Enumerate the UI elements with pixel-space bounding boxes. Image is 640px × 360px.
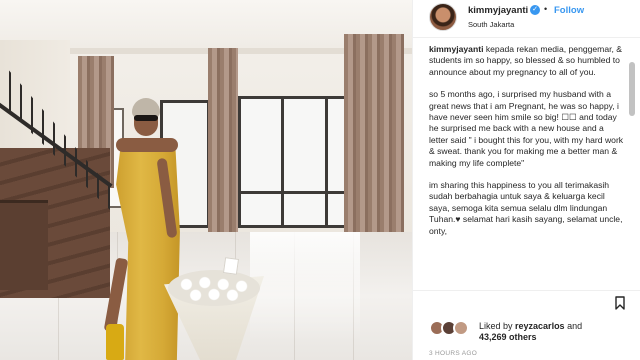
caption-paragraph-2: so 5 months ago, i surprised my husband … — [429, 89, 624, 168]
separator-dot: • — [544, 4, 548, 14]
location-link[interactable]: South Jakarta — [468, 20, 514, 29]
caption-scrollbar[interactable] — [629, 62, 635, 116]
likes-summary: Liked by reyzacarlos and 43,269 others — [479, 321, 629, 343]
likes-row: Liked by reyzacarlos and 43,269 others — [429, 320, 629, 344]
floor-reflection — [250, 232, 360, 342]
curtain-middle — [208, 48, 238, 232]
liker-username-link[interactable]: reyzacarlos — [515, 321, 565, 331]
caption-paragraph-1: kimmyjayanti kepada rekan media, penggem… — [429, 44, 625, 78]
post-photo[interactable] — [0, 0, 412, 360]
post-sidebar: kimmyjayanti ✓ • Follow South Jakarta ki… — [412, 0, 640, 360]
wood-cabinet — [0, 200, 48, 290]
post-timestamp[interactable]: 3 HOURS AGO — [429, 350, 477, 357]
username-link[interactable]: kimmyjayanti — [468, 5, 528, 16]
follow-button[interactable]: Follow — [554, 5, 584, 16]
avatar[interactable] — [429, 3, 457, 31]
post-header: kimmyjayanti ✓ • Follow South Jakarta — [413, 0, 640, 38]
likes-prefix: Liked by — [479, 321, 516, 331]
verified-badge-icon: ✓ — [530, 5, 540, 15]
action-bar — [413, 290, 640, 316]
curtain-right — [344, 34, 404, 234]
liker-avatar — [453, 320, 469, 336]
bookmark-icon[interactable] — [615, 296, 625, 310]
rose-bouquet — [158, 257, 266, 360]
liker-avatars[interactable] — [429, 320, 473, 336]
caption-paragraph-3: im sharing this happiness to you all ter… — [429, 180, 623, 236]
caption-username[interactable]: kimmyjayanti — [429, 44, 483, 54]
caption-text: kimmyjayanti kepada rekan media, penggem… — [429, 44, 625, 288]
likes-count-link[interactable]: 43,269 others — [479, 332, 537, 342]
likes-and: and — [564, 321, 583, 331]
